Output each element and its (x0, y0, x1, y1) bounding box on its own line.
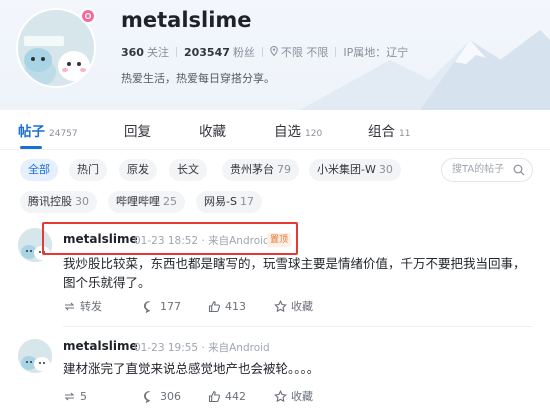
tab-label: 自选 (274, 124, 301, 140)
tab-label: 回复 (124, 124, 151, 140)
tab-count: 24757 (49, 129, 78, 139)
chip-label: 哔哩哔哩 (116, 195, 160, 208)
location-text: 不限 不限 (280, 46, 329, 59)
post-author[interactable]: metalslime (63, 339, 138, 353)
highlight-annotation (42, 222, 298, 255)
location-pin-icon (270, 45, 278, 59)
repost-button[interactable]: 转发 (63, 298, 143, 314)
filter-chip-moutai[interactable]: 贵州茅台 79 (222, 159, 299, 181)
chip-count: 30 (75, 195, 89, 208)
chip-label: 热门 (77, 163, 99, 176)
chip-count: 17 (239, 195, 254, 208)
post-actions: 转发 177 413 收藏 (63, 298, 313, 314)
post-content[interactable]: 建材涨完了直觉来说总感觉地产也会被轮。。。。 (63, 359, 533, 378)
profile-header: metalslime 360 关注 203547 粉丝 不限 不限 IP属地：辽… (0, 0, 550, 110)
collect-label: 收藏 (291, 390, 313, 403)
stats-divider (175, 47, 177, 57)
post-avatar[interactable] (18, 339, 52, 373)
like-count: 442 (225, 389, 246, 403)
tab-watchlist[interactable]: 自选 120 (274, 120, 322, 140)
chip-label: 原发 (127, 163, 149, 176)
collect-label: 收藏 (291, 300, 313, 313)
tab-label: 组合 (368, 124, 395, 140)
search-placeholder: 搜TA的帖子 (452, 164, 505, 175)
like-button[interactable]: 413 (208, 300, 274, 313)
profile-tabs: 帖子 24757 回复 收藏 自选 120 组合 11 (0, 110, 550, 150)
filter-chip-original[interactable]: 原发 (119, 159, 157, 181)
chip-label: 小米集团-W (317, 163, 376, 176)
chip-label: 长文 (177, 163, 199, 176)
comment-icon (144, 300, 150, 313)
chip-label: 贵州茅台 (230, 163, 274, 176)
tab-replies[interactable]: 回复 (124, 120, 151, 140)
repost-button[interactable]: 5 (63, 390, 143, 403)
tab-label: 帖子 (18, 124, 45, 140)
like-count: 413 (225, 299, 246, 313)
fans-label[interactable]: 粉丝 (233, 44, 255, 60)
chip-label: 网易-S (204, 195, 237, 208)
tab-favorites[interactable]: 收藏 (199, 120, 226, 140)
comment-icon (144, 390, 150, 403)
repost-label: 转发 (80, 300, 102, 313)
tab-count: 11 (399, 129, 411, 139)
fans-count[interactable]: 203547 (184, 46, 230, 59)
tab-label: 收藏 (199, 124, 226, 140)
post-filters: 全部 热门 原发 长文 贵州茅台 79 小米集团-W 30 腾讯控股 30 哔哩哔哩 2… (0, 150, 550, 220)
active-tab-indicator (20, 146, 42, 149)
collect-button[interactable]: 收藏 (274, 388, 313, 404)
chip-label: 全部 (28, 163, 50, 176)
profile-bio: 热爱生活，热爱每日穿搭分享。 (121, 72, 275, 85)
stats-divider (335, 47, 337, 57)
ip-location: IP属地：辽宁 (343, 46, 409, 59)
repost-icon (64, 392, 75, 400)
post-content[interactable]: 我炒股比较菜，东西也都是瞎写的，玩雪球主要是情绪价值，千万不要把我当回事，图个乐… (63, 254, 533, 292)
comment-button[interactable]: 306 (143, 390, 208, 403)
stats-divider (261, 47, 263, 57)
chip-label: 腾讯控股 (28, 195, 72, 208)
search-icon[interactable] (513, 164, 525, 176)
filter-chip-all[interactable]: 全部 (20, 159, 58, 181)
chip-count: 30 (378, 163, 393, 176)
post-divider (63, 326, 533, 327)
chip-count: 25 (163, 195, 177, 208)
repost-icon (64, 302, 75, 310)
repost-count: 5 (80, 389, 87, 403)
profile-username: metalslime (121, 8, 252, 32)
follow-label[interactable]: 关注 (147, 44, 169, 60)
follow-count[interactable]: 360 (121, 46, 144, 59)
tab-posts[interactable]: 帖子 24757 (18, 120, 78, 140)
thumbs-up-icon (208, 390, 220, 402)
post-search-input[interactable]: 搜TA的帖子 (441, 158, 533, 182)
post-source: · 来自Android (201, 342, 270, 354)
tab-portfolios[interactable]: 组合 11 (368, 120, 410, 140)
comment-count: 306 (160, 389, 181, 403)
post-time: 01-23 19:55 · 来自Android (134, 340, 270, 355)
filter-chip-hot[interactable]: 热门 (69, 159, 107, 181)
collect-button[interactable]: 收藏 (274, 298, 313, 314)
filter-chip-tencent[interactable]: 腾讯控股 30 (20, 191, 97, 213)
filter-chip-bilibili[interactable]: 哔哩哔哩 25 (108, 191, 185, 213)
chip-count: 79 (277, 163, 291, 176)
star-icon (274, 299, 287, 312)
tab-count: 120 (305, 129, 323, 139)
post-actions: 5 306 442 收藏 (63, 388, 313, 404)
post-time-text[interactable]: 01-23 19:55 (134, 342, 198, 354)
filter-chip-long[interactable]: 长文 (169, 159, 207, 181)
thumbs-up-icon (208, 300, 220, 312)
star-icon (274, 389, 287, 402)
filter-chip-netease[interactable]: 网易-S 17 (196, 191, 262, 213)
comment-count: 177 (160, 299, 181, 313)
like-button[interactable]: 442 (208, 390, 274, 403)
profile-stats: 360 关注 203547 粉丝 不限 不限 IP属地：辽宁 (121, 44, 408, 60)
filter-chip-xiaomi[interactable]: 小米集团-W 30 (309, 159, 401, 181)
comment-button[interactable]: 177 (143, 300, 208, 313)
avatar-badge-icon (80, 8, 96, 24)
